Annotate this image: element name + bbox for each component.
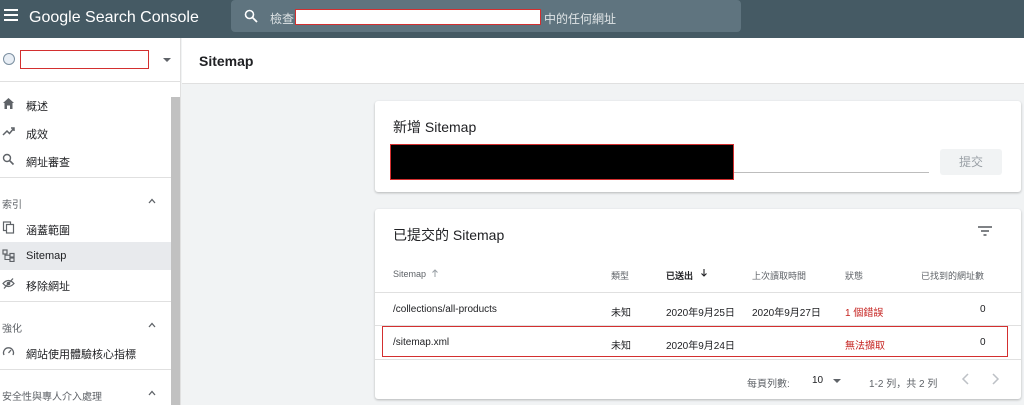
chevron-down-icon[interactable] <box>163 58 171 62</box>
sidebar-item-label: Sitemap <box>26 250 67 262</box>
chevron-left-icon[interactable] <box>960 372 972 386</box>
add-sitemap-card: 新增 Sitemap 提交 <box>375 101 1021 192</box>
cell-type: 未知 <box>611 308 631 319</box>
section-header-enhancements[interactable]: 強化 <box>0 313 171 337</box>
sitemap-url-input-redacted[interactable] <box>390 144 734 180</box>
column-header-discovered-urls[interactable]: 已找到的網址數 <box>921 269 984 282</box>
column-header-sitemap[interactable]: Sitemap <box>393 269 426 279</box>
search-placeholder-suffix: 中的任何網址 <box>544 12 617 26</box>
cell-discovered-urls: 0 <box>980 304 986 315</box>
copy-icon <box>2 221 15 234</box>
filter-icon[interactable] <box>978 225 992 237</box>
rows-per-page-select[interactable]: 10 <box>812 375 823 386</box>
sidebar-item-removals[interactable]: 移除網址 <box>0 270 171 298</box>
chevron-down-icon[interactable] <box>833 379 841 383</box>
search-placeholder-prefix: 檢查 <box>270 12 295 26</box>
cell-submitted: 2020年9月25日 <box>666 308 735 319</box>
submitted-sitemaps-card: 已提交的 Sitemap Sitemap 類型 已送出 上次讀取時間 狀態 已找… <box>375 209 1021 399</box>
row-divider <box>375 292 1021 293</box>
sidebar-item-performance[interactable]: 成效 <box>0 118 171 146</box>
sidebar-item-label: 網站使用體驗核心指標 <box>26 349 136 361</box>
submitted-sitemaps-title: 已提交的 Sitemap <box>393 227 505 243</box>
sidebar-item-label: 概述 <box>26 101 48 113</box>
speed-gauge-icon <box>2 347 15 356</box>
property-selector[interactable] <box>0 38 181 82</box>
section-header-security[interactable]: 安全性與專人介入處理 <box>0 381 171 405</box>
menu-icon[interactable] <box>4 9 18 23</box>
sidebar-item-url-inspection[interactable]: 網址審查 <box>0 146 171 174</box>
section-header-index[interactable]: 索引 <box>0 189 171 213</box>
sidebar-divider <box>0 301 171 302</box>
section-label: 安全性與專人介入處理 <box>2 392 102 403</box>
sidebar-item-label: 網址審查 <box>26 157 70 169</box>
sidebar-item-overview[interactable]: 概述 <box>0 90 171 118</box>
column-header-status[interactable]: 狀態 <box>845 269 863 282</box>
chevron-up-icon <box>148 198 156 204</box>
sidebar-item-core-web-vitals[interactable]: 網站使用體驗核心指標 <box>0 338 171 366</box>
sidebar-item-label: 涵蓋範圍 <box>26 225 70 237</box>
section-label: 強化 <box>2 324 22 335</box>
redacted-property-name <box>20 50 149 69</box>
sidebar-scrollbar[interactable] <box>171 97 180 405</box>
sidebar-item-sitemap[interactable]: Sitemap <box>0 242 171 270</box>
redacted-property-url <box>295 9 541 25</box>
sitemap-url-input-underline[interactable] <box>734 172 929 173</box>
globe-icon <box>3 53 15 65</box>
cell-sitemap[interactable]: /collections/all-products <box>393 304 497 315</box>
row-divider <box>375 359 1021 360</box>
page-title: Sitemap <box>199 53 254 69</box>
sidebar-divider <box>0 369 171 370</box>
app-title[interactable]: Google Search Console <box>29 9 199 27</box>
cell-last-read: 2020年9月27日 <box>752 308 821 319</box>
add-sitemap-title: 新增 Sitemap <box>393 119 477 135</box>
column-header-last-read[interactable]: 上次讀取時間 <box>752 269 806 282</box>
arrow-down-icon <box>701 269 707 277</box>
column-header-type[interactable]: 類型 <box>611 269 629 282</box>
sidebar-divider <box>0 177 171 178</box>
sidebar-item-label: 移除網址 <box>26 281 70 293</box>
rows-per-page-label: 每頁列數: <box>747 379 790 390</box>
arrow-up-icon <box>432 269 438 277</box>
chevron-right-icon[interactable] <box>989 372 1001 386</box>
home-icon <box>3 98 14 109</box>
search-icon <box>244 9 258 23</box>
sidebar-item-label: 成效 <box>26 129 48 141</box>
chevron-up-icon <box>148 322 156 328</box>
column-header-submitted[interactable]: 已送出 <box>666 269 693 282</box>
submit-button[interactable]: 提交 <box>940 149 1002 175</box>
search-icon <box>2 153 15 166</box>
section-label: 索引 <box>2 200 22 211</box>
top-app-bar: Google Search Console 檢查 中的任何網址 <box>0 0 1024 38</box>
sidebar: 概述 成效 網址審查 索引 涵蓋範圍 Sitemap 移除網址 強化 網站使用體… <box>0 38 181 405</box>
page-header: Sitemap <box>182 38 1024 84</box>
sitemap-icon <box>2 249 15 262</box>
highlight-annotation <box>382 326 1008 357</box>
cell-status: 1 個錯誤 <box>845 308 884 319</box>
url-inspection-search[interactable]: 檢查 中的任何網址 <box>231 0 741 32</box>
eye-off-icon <box>2 278 15 289</box>
pagination-range: 1-2 列，共 2 列 <box>869 379 938 390</box>
trending-up-icon <box>2 127 15 136</box>
sidebar-item-coverage[interactable]: 涵蓋範圍 <box>0 214 171 242</box>
chevron-up-icon <box>148 390 156 396</box>
